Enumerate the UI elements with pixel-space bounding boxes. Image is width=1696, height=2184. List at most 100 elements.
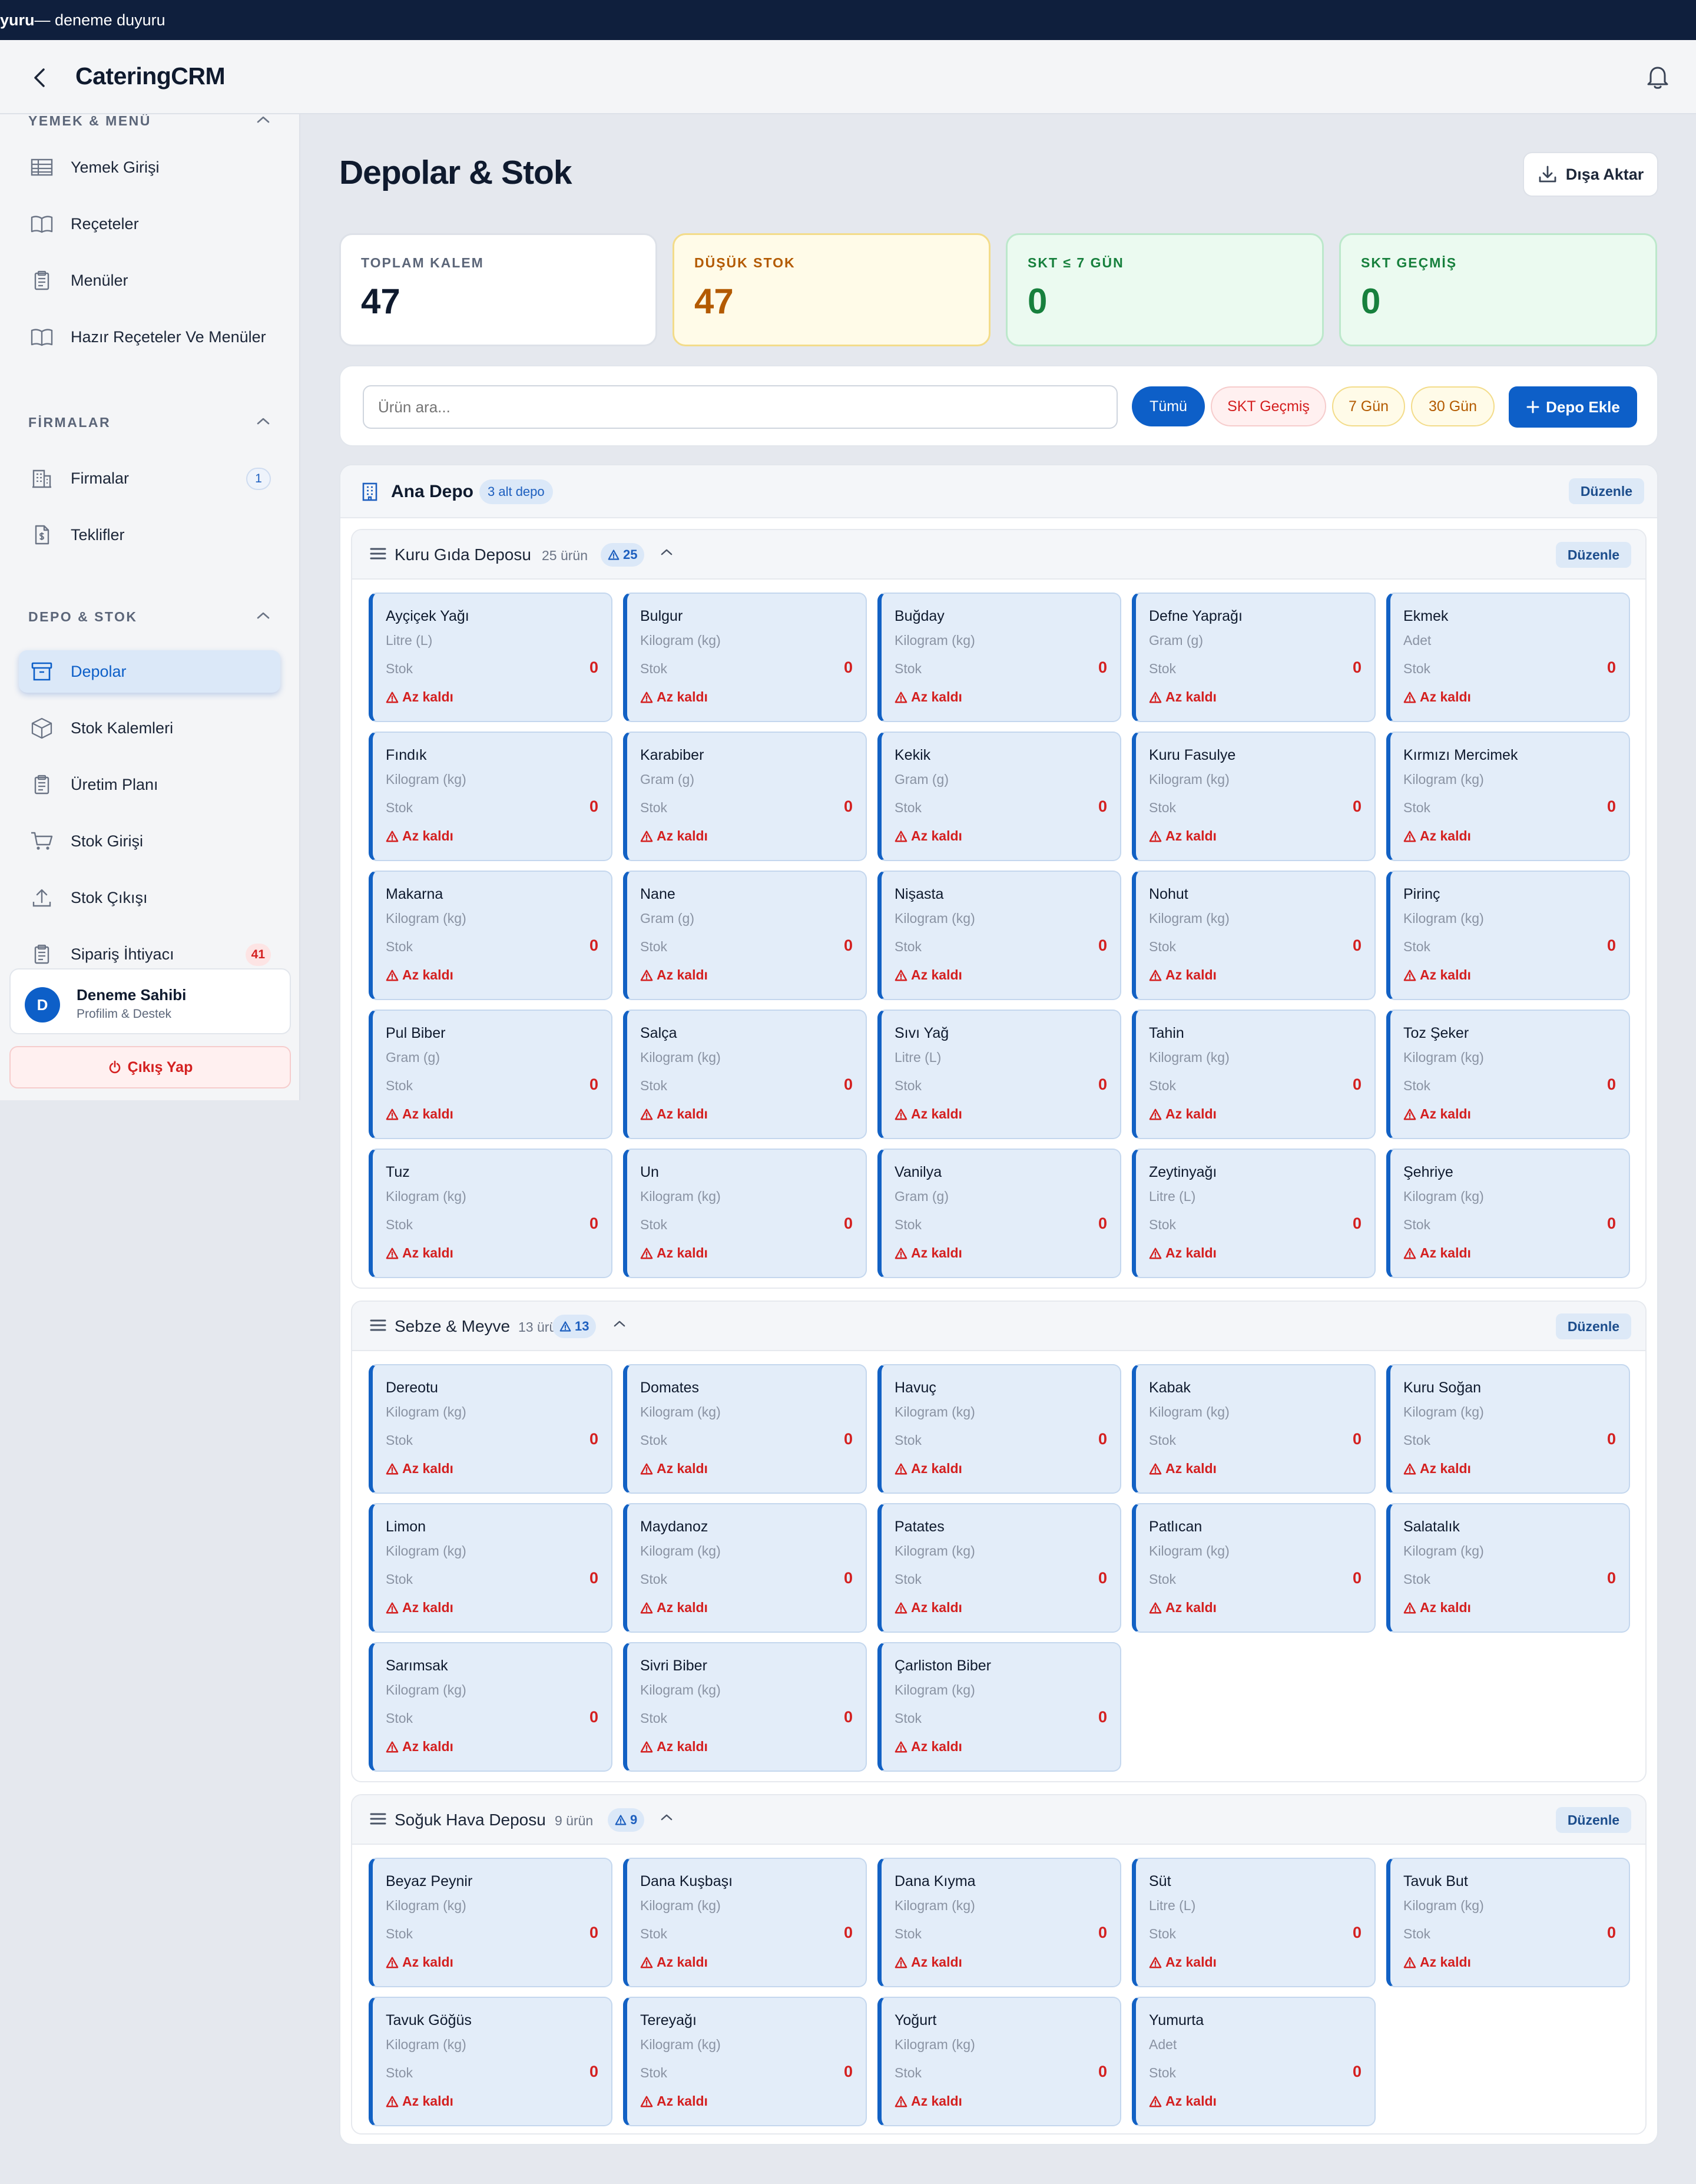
stock-item-card[interactable]: Patates Kilogram (kg) Stok 0 Az kaldı — [877, 1503, 1121, 1633]
sidebar-item-depolar[interactable]: Depolar — [19, 650, 280, 693]
stock-item-card[interactable]: Patlıcan Kilogram (kg) Stok 0 Az kaldı — [1132, 1503, 1376, 1633]
low-stock-text: Az kaldı — [657, 1739, 708, 1754]
product-search-input[interactable] — [363, 385, 1118, 429]
sidebar-item-hazır-reçeteler-ve-menüler[interactable]: Hazır Reçeteler Ve Menüler — [19, 316, 280, 358]
stock-item-card[interactable]: Makarna Kilogram (kg) Stok 0 Az kaldı — [369, 871, 612, 1000]
stock-item-card[interactable]: Kabak Kilogram (kg) Stok 0 Az kaldı — [1132, 1364, 1376, 1494]
low-stock-warning: Az kaldı — [640, 828, 708, 844]
stock-item-card[interactable]: Defne Yaprağı Gram (g) Stok 0 Az kaldı — [1132, 593, 1376, 722]
stock-item-card[interactable]: Buğday Kilogram (kg) Stok 0 Az kaldı — [877, 593, 1121, 722]
stock-item-card[interactable]: Kuru Fasulye Kilogram (kg) Stok 0 Az kal… — [1132, 732, 1376, 861]
stock-item-card[interactable]: Tavuk Göğüs Kilogram (kg) Stok 0 Az kald… — [369, 1997, 612, 2126]
subdepot-header[interactable]: Soğuk Hava Deposu 9 ürün 9 Düzenle — [352, 1795, 1645, 1845]
sidebar-section-header[interactable]: FİRMALAR — [28, 415, 270, 431]
sidebar-item-yemek-girişi[interactable]: Yemek Girişi — [19, 146, 280, 188]
stock-item-card[interactable]: Dana Kıyma Kilogram (kg) Stok 0 Az kaldı — [877, 1858, 1121, 1987]
subdepot-item-count: 25 ürün — [542, 548, 588, 563]
sidebar-item-stok-girişi[interactable]: Stok Girişi — [19, 820, 280, 862]
collapse-toggle[interactable] — [661, 548, 673, 558]
stock-item-card[interactable]: Tahin Kilogram (kg) Stok 0 Az kaldı — [1132, 1010, 1376, 1139]
filter-all-pill[interactable]: Tümü — [1132, 386, 1205, 426]
stock-item-card[interactable]: Kekik Gram (g) Stok 0 Az kaldı — [877, 732, 1121, 861]
plus-icon — [1526, 401, 1539, 413]
stock-item-card[interactable]: Sivri Biber Kilogram (kg) Stok 0 Az kald… — [623, 1642, 867, 1772]
stock-value: 0 — [1352, 1430, 1362, 1448]
sidebar-item-firmalar[interactable]: Firmalar 1 — [19, 457, 280, 499]
stock-item-card[interactable]: Tuz Kilogram (kg) Stok 0 Az kaldı — [369, 1149, 612, 1278]
sidebar-item-üretim-planı[interactable]: Üretim Planı — [19, 763, 280, 806]
stock-item-card[interactable]: Bulgur Kilogram (kg) Stok 0 Az kaldı — [623, 593, 867, 722]
edit-depot-button[interactable]: Düzenle — [1568, 478, 1644, 504]
back-button[interactable] — [26, 64, 54, 92]
edit-subdepot-button[interactable]: Düzenle — [1555, 542, 1631, 568]
stock-item-card[interactable]: Nane Gram (g) Stok 0 Az kaldı — [623, 871, 867, 1000]
stock-item-card[interactable]: Nohut Kilogram (kg) Stok 0 Az kaldı — [1132, 871, 1376, 1000]
stock-item-card[interactable]: Ekmek Adet Stok 0 Az kaldı — [1386, 593, 1630, 722]
box-icon — [29, 717, 54, 739]
stock-item-card[interactable]: Un Kilogram (kg) Stok 0 Az kaldı — [623, 1149, 867, 1278]
sidebar-item-reçeteler[interactable]: Reçeteler — [19, 203, 280, 245]
edit-subdepot-button[interactable]: Düzenle — [1555, 1313, 1631, 1339]
stock-item-card[interactable]: Pirinç Kilogram (kg) Stok 0 Az kaldı — [1386, 871, 1630, 1000]
stock-item-card[interactable]: Toz Şeker Kilogram (kg) Stok 0 Az kaldı — [1386, 1010, 1630, 1139]
stock-item-card[interactable]: Dana Kuşbaşı Kilogram (kg) Stok 0 Az kal… — [623, 1858, 867, 1987]
logout-button[interactable]: Çıkış Yap — [9, 1046, 291, 1088]
stock-item-card[interactable]: Pul Biber Gram (g) Stok 0 Az kaldı — [369, 1010, 612, 1139]
stock-item-card[interactable]: Tereyağı Kilogram (kg) Stok 0 Az kaldı — [623, 1997, 867, 2126]
stock-item-card[interactable]: Salatalık Kilogram (kg) Stok 0 Az kaldı — [1386, 1503, 1630, 1633]
stock-item-card[interactable]: Sıvı Yağ Litre (L) Stok 0 Az kaldı — [877, 1010, 1121, 1139]
stock-item-card[interactable]: Karabiber Gram (g) Stok 0 Az kaldı — [623, 732, 867, 861]
stock-item-card[interactable]: Beyaz Peynir Kilogram (kg) Stok 0 Az kal… — [369, 1858, 612, 1987]
edit-subdepot-button[interactable]: Düzenle — [1555, 1807, 1631, 1833]
stock-item-card[interactable]: Limon Kilogram (kg) Stok 0 Az kaldı — [369, 1503, 612, 1633]
item-name: Un — [640, 1164, 659, 1180]
stock-item-card[interactable]: Kırmızı Mercimek Kilogram (kg) Stok 0 Az… — [1386, 732, 1630, 861]
sidebar-section-header[interactable]: DEPO & STOK — [28, 609, 270, 625]
stock-value: 0 — [1606, 798, 1616, 815]
sidebar-section-header[interactable]: YEMEK & MENÜ — [28, 114, 270, 129]
stock-item-card[interactable]: Çarliston Biber Kilogram (kg) Stok 0 Az … — [877, 1642, 1121, 1772]
stock-label: Stok — [640, 1078, 668, 1093]
filter-expired-pill[interactable]: SKT Geçmiş — [1211, 386, 1326, 426]
stock-item-card[interactable]: Yoğurt Kilogram (kg) Stok 0 Az kaldı — [877, 1997, 1121, 2126]
add-depot-button[interactable]: Depo Ekle — [1509, 386, 1637, 428]
filter-7day-pill[interactable]: 7 Gün — [1332, 386, 1405, 426]
stock-label: Stok — [1149, 1217, 1177, 1232]
collapse-toggle[interactable] — [661, 1813, 673, 1824]
item-name: Çarliston Biber — [895, 1657, 991, 1674]
stock-item-card[interactable]: Maydanoz Kilogram (kg) Stok 0 Az kaldı — [623, 1503, 867, 1633]
stock-value: 0 — [1352, 1076, 1362, 1093]
stock-item-card[interactable]: Sarımsak Kilogram (kg) Stok 0 Az kaldı — [369, 1642, 612, 1772]
stock-item-card[interactable]: Zeytinyağı Litre (L) Stok 0 Az kaldı — [1132, 1149, 1376, 1278]
stock-item-card[interactable]: Kuru Soğan Kilogram (kg) Stok 0 Az kaldı — [1386, 1364, 1630, 1494]
stock-item-card[interactable]: Ayçiçek Yağı Litre (L) Stok 0 Az kaldı — [369, 593, 612, 722]
sidebar-item-teklifler[interactable]: Teklifler — [19, 514, 280, 556]
sidebar-item-stok-çıkışı[interactable]: Stok Çıkışı — [19, 876, 280, 919]
warning-icon — [895, 1247, 907, 1259]
filter-30day-pill[interactable]: 30 Gün — [1411, 386, 1495, 426]
collapse-toggle[interactable] — [614, 1319, 625, 1330]
user-profile-card[interactable]: D Deneme Sahibi Profilim & Destek — [9, 968, 291, 1034]
low-stock-warning: Az kaldı — [640, 1600, 708, 1616]
sidebar-item-stok-kalemleri[interactable]: Stok Kalemleri — [19, 707, 280, 749]
stock-item-card[interactable]: Havuç Kilogram (kg) Stok 0 Az kaldı — [877, 1364, 1121, 1494]
stock-item-card[interactable]: Vanilya Gram (g) Stok 0 Az kaldı — [877, 1149, 1121, 1278]
stock-item-card[interactable]: Nişasta Kilogram (kg) Stok 0 Az kaldı — [877, 871, 1121, 1000]
sidebar-item-menüler[interactable]: Menüler — [19, 259, 280, 302]
stock-item-card[interactable]: Şehriye Kilogram (kg) Stok 0 Az kaldı — [1386, 1149, 1630, 1278]
stock-label: Stok — [640, 661, 668, 676]
stock-item-card[interactable]: Salça Kilogram (kg) Stok 0 Az kaldı — [623, 1010, 867, 1139]
stock-item-card[interactable]: Tavuk But Kilogram (kg) Stok 0 Az kaldı — [1386, 1858, 1630, 1987]
subdepot-header[interactable]: Sebze & Meyve 13 ürün 13 Düzenle — [352, 1302, 1645, 1351]
stock-item-card[interactable]: Süt Litre (L) Stok 0 Az kaldı — [1132, 1858, 1376, 1987]
stock-item-card[interactable]: Domates Kilogram (kg) Stok 0 Az kaldı — [623, 1364, 867, 1494]
stock-item-card[interactable]: Fındık Kilogram (kg) Stok 0 Az kaldı — [369, 732, 612, 861]
stock-item-card[interactable]: Dereotu Kilogram (kg) Stok 0 Az kaldı — [369, 1364, 612, 1494]
low-stock-warning: Az kaldı — [895, 1106, 962, 1122]
item-name: Maydanoz — [640, 1518, 708, 1535]
low-stock-warning: Az kaldı — [1149, 2093, 1217, 2109]
subdepot-header[interactable]: Kuru Gıda Deposu 25 ürün 25 Düzenle — [352, 530, 1645, 580]
export-button[interactable]: Dışa Aktar — [1523, 152, 1658, 197]
notifications-button[interactable] — [1643, 62, 1672, 92]
stock-item-card[interactable]: Yumurta Adet Stok 0 Az kaldı — [1132, 1997, 1376, 2126]
